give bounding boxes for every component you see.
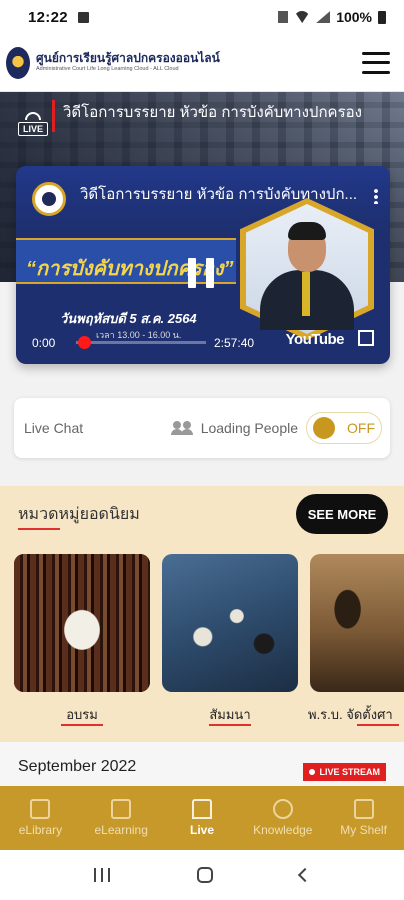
nav-label: eLibrary xyxy=(18,823,63,837)
category-label[interactable]: พ.ร.บ. จัดตั้งศา xyxy=(300,704,404,725)
status-right: 100% xyxy=(278,9,386,25)
channel-logo[interactable] xyxy=(32,182,66,216)
app-header: ศูนย์การเรียนรู้ศาลปกครองออนไลน์ Adminis… xyxy=(0,34,404,92)
progress-track[interactable] xyxy=(76,341,206,344)
live-dot-icon xyxy=(309,769,316,775)
video-player[interactable]: วิดีโอการบรรยาย หัวข้อ การบังคับทางปก...… xyxy=(16,166,390,364)
youtube-logo[interactable]: YouTube xyxy=(286,331,345,348)
more-options-icon[interactable] xyxy=(374,188,378,204)
status-bar: 12:22 100% xyxy=(0,0,404,34)
nav-elearning[interactable]: eLearning xyxy=(81,786,162,850)
gallery-notification-icon xyxy=(77,11,89,23)
nav-my-shelf[interactable]: My Shelf xyxy=(323,786,404,850)
live-broadcast-icon xyxy=(191,799,212,819)
pause-icon[interactable] xyxy=(188,258,214,288)
toggle-knob xyxy=(313,417,335,439)
video-date: วันพฤหัสบดี 5 ส.ค. 2564 xyxy=(60,311,197,326)
section-heading: หมวดหมู่ยอดนิยม xyxy=(18,506,140,523)
live-chat-toggle[interactable]: OFF xyxy=(306,412,382,444)
pause-bar xyxy=(188,258,196,288)
brand-title: ศูนย์การเรียนรู้ศาลปกครองออนไลน์ xyxy=(36,51,220,66)
current-time: 0:00 xyxy=(32,336,56,350)
people-icon xyxy=(170,421,195,435)
popular-categories-section: หมวดหมู่ยอดนิยม SEE MORE อบรม สัมมนา พ.ร… xyxy=(0,486,404,742)
lightbulb-icon xyxy=(272,799,293,819)
graduation-cap-icon xyxy=(111,799,132,819)
menu-line xyxy=(362,51,390,55)
battery-percent: 100% xyxy=(336,9,372,25)
category-label[interactable]: สัมมนา xyxy=(162,704,298,725)
nav-label: eLearning xyxy=(94,823,148,837)
bottom-nav: eLibrary eLearning Live Knowledge My She… xyxy=(0,786,404,850)
presenter-hair xyxy=(288,222,326,240)
recent-apps-icon[interactable] xyxy=(93,868,110,882)
wifi-icon xyxy=(294,11,311,23)
court-logo[interactable] xyxy=(6,46,30,79)
category-underline xyxy=(61,724,103,726)
schedule-month: September 2022 xyxy=(18,758,137,775)
nav-elibrary[interactable]: eLibrary xyxy=(0,786,81,850)
brand: ศูนย์การเรียนรู้ศาลปกครองออนไลน์ Adminis… xyxy=(36,51,220,73)
category-card-act[interactable] xyxy=(310,554,404,692)
battery-icon xyxy=(378,10,386,24)
nav-label: Live xyxy=(189,823,214,837)
live-chat-card: Live Chat Loading People OFF xyxy=(14,398,390,458)
live-stream-label: LIVE STREAM xyxy=(319,767,380,777)
duration: 2:57:40 xyxy=(214,336,255,350)
hamburger-menu-icon[interactable] xyxy=(362,51,390,74)
live-label: LIVE xyxy=(18,122,48,136)
menu-line xyxy=(362,61,390,64)
video-title[interactable]: วิดีโอการบรรยาย หัวข้อ การบังคับทางปก... xyxy=(80,182,360,206)
category-image xyxy=(162,554,298,692)
pause-bar xyxy=(206,258,214,288)
heading-underline xyxy=(18,528,60,530)
category-card-training[interactable] xyxy=(14,554,150,692)
see-more-button[interactable]: SEE MORE xyxy=(296,494,388,534)
broadcast-waves xyxy=(25,112,41,120)
nav-label: Knowledge xyxy=(253,823,313,837)
system-nav-bar xyxy=(0,850,404,900)
nav-knowledge[interactable]: Knowledge xyxy=(242,786,323,850)
mute-icon xyxy=(278,11,289,23)
category-underline xyxy=(209,724,251,726)
live-broadcast-icon: LIVE xyxy=(18,112,48,136)
nav-live[interactable]: Live xyxy=(162,786,243,850)
progress-scrubber[interactable] xyxy=(78,336,91,349)
back-icon[interactable] xyxy=(298,867,313,883)
schedule-section: September 2022 LIVE STREAM xyxy=(0,742,404,786)
hero-title: วิดีโอการบรรยาย หัวข้อ การบังคับทางปกครอ… xyxy=(52,100,362,132)
live-stream-badge[interactable]: LIVE STREAM xyxy=(303,763,386,781)
menu-line xyxy=(362,70,390,74)
status-time: 12:22 xyxy=(28,8,68,26)
nav-label: My Shelf xyxy=(340,823,387,837)
category-label[interactable]: อบรม xyxy=(14,704,150,725)
toggle-label: OFF xyxy=(347,420,375,436)
fullscreen-icon[interactable] xyxy=(358,330,374,346)
category-underline xyxy=(357,724,399,726)
home-icon[interactable] xyxy=(196,867,213,883)
live-chat-label: Live Chat xyxy=(24,420,84,436)
loading-people-label: Loading People xyxy=(200,420,298,436)
category-image xyxy=(310,554,404,692)
brand-subtitle: Administrative Court Life Long Learning … xyxy=(36,66,179,73)
category-card-seminar[interactable] xyxy=(162,554,298,692)
book-icon xyxy=(30,799,51,819)
signal-icon xyxy=(316,11,331,23)
category-image xyxy=(14,554,150,692)
video-time-range: เวลา 13.00 - 16.00 น. xyxy=(96,330,182,340)
bookshelf-icon xyxy=(353,799,374,819)
presenter-tie xyxy=(302,272,310,316)
